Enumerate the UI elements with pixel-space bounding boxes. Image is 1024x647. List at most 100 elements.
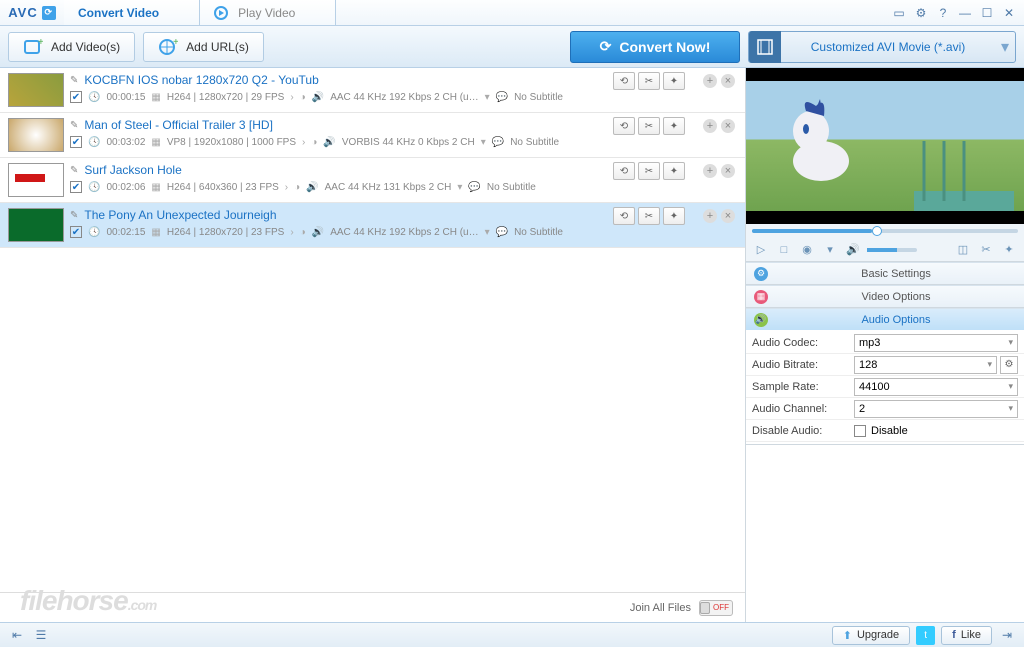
accordion-audio-header[interactable]: 🔊Audio Options xyxy=(746,308,1024,330)
svg-text:+: + xyxy=(173,37,178,48)
video-row[interactable]: ✎ The Pony An Unexpected Journeigh ✔ 🕓 0… xyxy=(0,203,745,248)
video-row[interactable]: ✎ KOCBFN IOS nobar 1280x720 Q2 - YouTub … xyxy=(0,68,745,113)
pencil-icon[interactable]: ✎ xyxy=(70,120,78,131)
chevron-right-icon[interactable]: › xyxy=(285,182,288,193)
remove-item-button[interactable]: × xyxy=(721,164,735,178)
gear-icon[interactable]: ⚙ xyxy=(912,4,930,22)
add-videos-button[interactable]: + Add Video(s) xyxy=(8,32,135,62)
chevron-down-icon[interactable]: ▾ xyxy=(821,242,839,258)
chevron-down-icon[interactable]: ▾ xyxy=(485,227,490,238)
seek-bar[interactable] xyxy=(746,224,1024,238)
subtitle-icon: 💬 xyxy=(492,137,504,148)
chevron-down-icon: ▾ xyxy=(995,37,1015,57)
list-icon[interactable]: ☰ xyxy=(32,626,50,644)
close-button[interactable]: ✕ xyxy=(1000,4,1018,22)
chevron-right-icon[interactable]: › xyxy=(290,92,293,103)
remove-item-button[interactable]: × xyxy=(721,119,735,133)
volume-slider[interactable] xyxy=(867,248,917,252)
tab-convert-video[interactable]: Convert Video xyxy=(64,0,200,25)
disable-audio-checkbox[interactable] xyxy=(854,425,866,437)
sample-rate-select[interactable]: 44100▾ xyxy=(854,378,1018,396)
menu-icon[interactable]: ▭ xyxy=(890,4,908,22)
video-thumbnail[interactable] xyxy=(8,208,64,242)
chevron-down-icon[interactable]: ▾ xyxy=(485,92,490,103)
settings-icon[interactable]: ◑ xyxy=(311,137,317,148)
effects-button[interactable]: ✦ xyxy=(663,207,685,225)
video-thumbnail[interactable] xyxy=(8,73,64,107)
add-item-button[interactable]: + xyxy=(703,209,717,223)
panel-left-icon[interactable]: ⇤ xyxy=(8,626,26,644)
repeat-button[interactable]: ⟲ xyxy=(613,72,635,90)
subtitle-info: No Subtitle xyxy=(510,137,559,148)
accordion-video-options[interactable]: ▦Video Options xyxy=(746,285,1024,308)
audio-bitrate-label: Audio Bitrate: xyxy=(752,359,854,371)
tab-play-video[interactable]: Play Video xyxy=(200,0,336,25)
video-thumbnail[interactable] xyxy=(8,163,64,197)
cut-button[interactable]: ✂ xyxy=(638,117,660,135)
cut-button[interactable]: ✂ xyxy=(638,72,660,90)
video-row[interactable]: ✎ Man of Steel - Official Trailer 3 [HD]… xyxy=(0,113,745,158)
panel-right-icon[interactable]: ⇥ xyxy=(998,626,1016,644)
video-checkbox[interactable]: ✔ xyxy=(70,181,82,193)
settings-icon[interactable]: ◑ xyxy=(300,227,306,238)
bitrate-gear-button[interactable]: ⚙ xyxy=(1000,356,1018,374)
maximize-button[interactable]: ☐ xyxy=(978,4,996,22)
subtitle-icon: 💬 xyxy=(468,182,480,193)
audio-channel-select[interactable]: 2▾ xyxy=(854,400,1018,418)
convert-now-button[interactable]: ⟳ Convert Now! xyxy=(570,31,740,63)
snapshot-button[interactable]: ◉ xyxy=(798,242,816,258)
help-icon[interactable]: ? xyxy=(934,4,952,22)
remove-item-button[interactable]: × xyxy=(721,74,735,88)
audio-bitrate-select[interactable]: 128▾ xyxy=(854,356,997,374)
video-codec-info: H264 | 1280x720 | 29 FPS xyxy=(167,92,285,103)
globe-plus-icon: + xyxy=(158,37,178,57)
add-item-button[interactable]: + xyxy=(703,74,717,88)
settings-icon[interactable]: ◑ xyxy=(294,182,300,193)
speaker-icon: 🔊 xyxy=(306,182,318,193)
video-checkbox[interactable]: ✔ xyxy=(70,91,82,103)
effects-button[interactable]: ✦ xyxy=(663,72,685,90)
twitter-button[interactable]: t xyxy=(916,626,935,645)
pencil-icon[interactable]: ✎ xyxy=(70,165,78,176)
accordion-basic-settings[interactable]: ⚙Basic Settings xyxy=(746,262,1024,285)
play-button[interactable]: ▷ xyxy=(752,242,770,258)
settings-icon[interactable]: ◑ xyxy=(300,92,306,103)
effects-button[interactable]: ✦ xyxy=(663,162,685,180)
add-urls-button[interactable]: + Add URL(s) xyxy=(143,32,264,62)
volume-icon[interactable]: 🔊 xyxy=(844,242,862,258)
audio-codec-select[interactable]: mp3▾ xyxy=(854,334,1018,352)
chevron-down-icon[interactable]: ▾ xyxy=(457,182,462,193)
video-checkbox[interactable]: ✔ xyxy=(70,136,82,148)
cut-button[interactable]: ✂ xyxy=(638,207,660,225)
add-item-button[interactable]: + xyxy=(703,119,717,133)
add-item-button[interactable]: + xyxy=(703,164,717,178)
clock-icon: 🕓 xyxy=(88,137,100,148)
cut-button[interactable]: ✂ xyxy=(977,242,995,258)
repeat-button[interactable]: ⟲ xyxy=(613,207,635,225)
video-preview[interactable] xyxy=(746,68,1024,224)
stop-button[interactable]: □ xyxy=(775,242,793,258)
film-plus-icon: + xyxy=(23,37,43,57)
effects-button[interactable]: ✦ xyxy=(663,117,685,135)
minimize-button[interactable]: — xyxy=(956,4,974,22)
cut-button[interactable]: ✂ xyxy=(638,162,660,180)
video-checkbox[interactable]: ✔ xyxy=(70,226,82,238)
repeat-button[interactable]: ⟲ xyxy=(613,162,635,180)
video-thumbnail[interactable] xyxy=(8,118,64,152)
chevron-right-icon[interactable]: › xyxy=(302,137,305,148)
effects-button[interactable]: ✦ xyxy=(1000,242,1018,258)
upgrade-button[interactable]: ⬆Upgrade xyxy=(832,626,910,645)
crop-button[interactable]: ◫ xyxy=(954,242,972,258)
repeat-button[interactable]: ⟲ xyxy=(613,117,635,135)
chevron-right-icon[interactable]: › xyxy=(290,227,293,238)
pencil-icon[interactable]: ✎ xyxy=(70,210,78,221)
video-row[interactable]: ✎ Surf Jackson Hole ✔ 🕓 00:02:06 ▦ H264 … xyxy=(0,158,745,203)
chevron-down-icon[interactable]: ▾ xyxy=(481,137,486,148)
join-files-toggle[interactable]: OFF xyxy=(699,600,733,616)
facebook-like-button[interactable]: fLike xyxy=(941,626,992,645)
pencil-icon[interactable]: ✎ xyxy=(70,75,78,86)
video-codec-info: H264 | 640x360 | 23 FPS xyxy=(167,182,279,193)
output-profile-select[interactable]: Customized AVI Movie (*.avi) ▾ xyxy=(748,31,1016,63)
play-icon xyxy=(214,6,228,20)
remove-item-button[interactable]: × xyxy=(721,209,735,223)
